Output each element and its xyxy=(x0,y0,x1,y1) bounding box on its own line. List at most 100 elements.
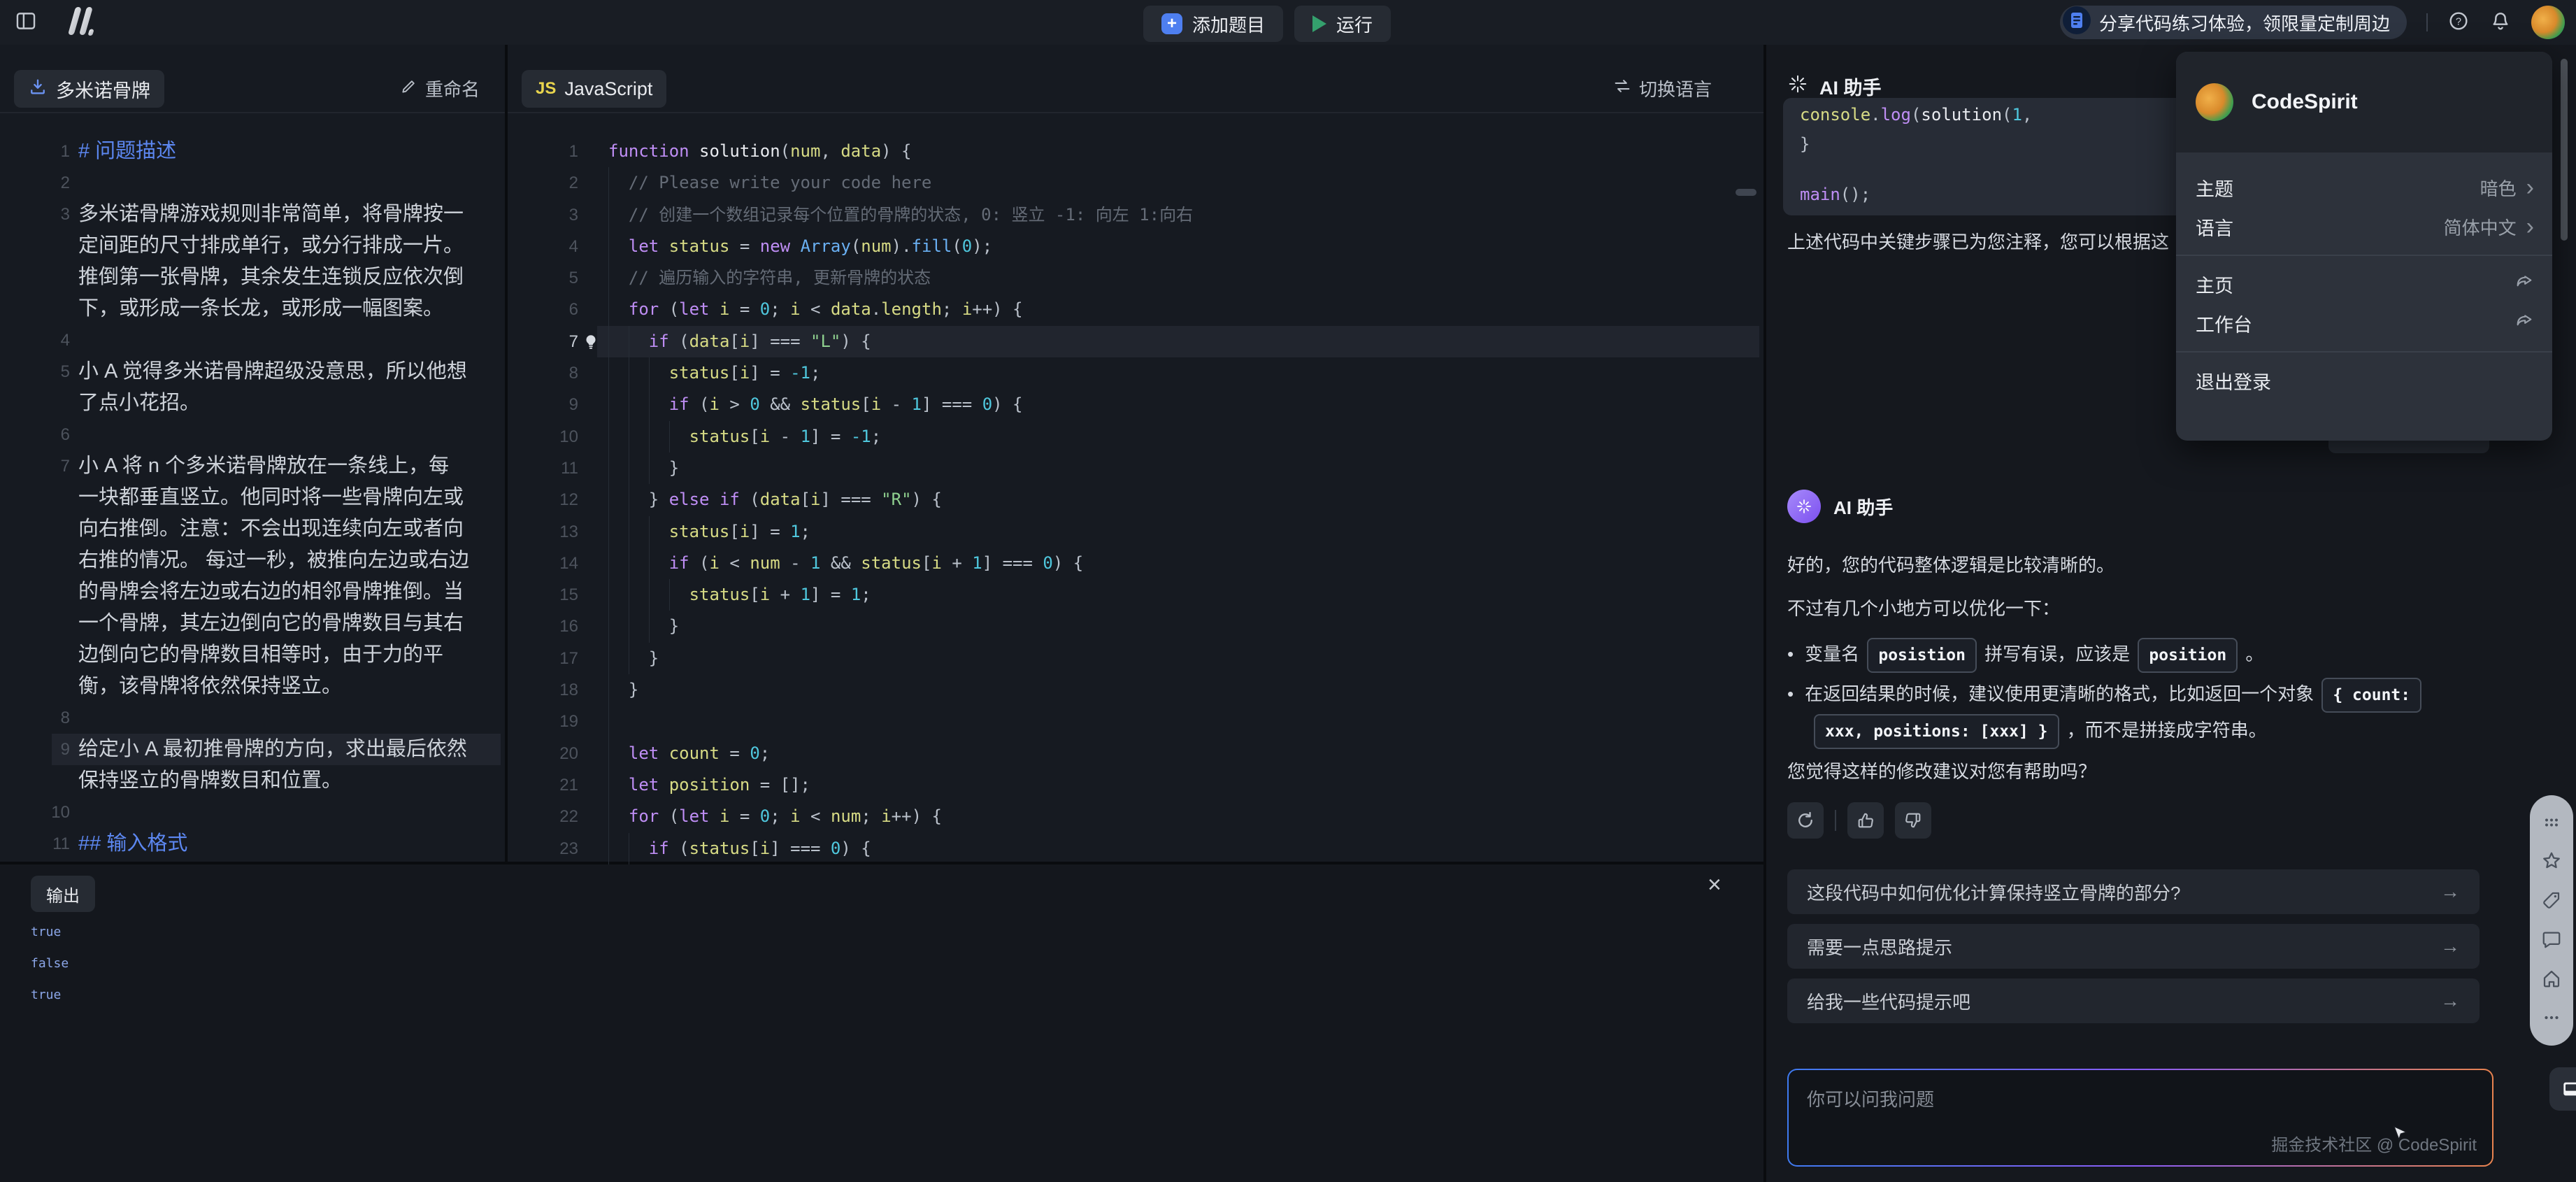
code-token: i xyxy=(871,394,881,414)
problem-text-row: 向右推倒。注意：不会出现连续向左或者向 xyxy=(0,513,501,545)
language-tab-label: JavaScript xyxy=(564,78,652,100)
menu-item-value: 简体中文 xyxy=(2444,214,2517,240)
problem-line-number: 4 xyxy=(0,325,70,356)
problem-text-row: 5小 A 觉得多米诺骨牌超级没意思，所以他想 xyxy=(0,356,501,387)
dropdown-header: CodeSpirit xyxy=(2176,52,2552,152)
toolbar-tag-icon[interactable] xyxy=(2541,890,2562,911)
code-token: ); xyxy=(972,236,992,256)
toolbar-home-icon[interactable] xyxy=(2541,968,2562,989)
code-token: num xyxy=(861,236,891,256)
thumbs-up-icon[interactable] xyxy=(1847,802,1884,839)
code-token: = xyxy=(729,236,759,256)
chat-input[interactable]: 你可以问我问题 掘金技术社区 @ CodeSpirit xyxy=(1789,1070,2492,1165)
menu-item-label: 工作台 xyxy=(2196,310,2252,337)
code-line: 11} xyxy=(508,453,1759,484)
problem-panel: 多米诺骨牌 重命名 1# 问题描述23多米诺骨牌游戏规则非常简单，将骨牌按一定间… xyxy=(0,45,505,862)
code-token: ] = xyxy=(750,522,790,541)
code-token: i xyxy=(710,394,720,414)
code-token: } xyxy=(669,458,679,478)
user-avatar[interactable] xyxy=(2531,6,2565,39)
menu-item-home[interactable]: 主页 xyxy=(2176,264,2552,304)
code-token: Array xyxy=(790,236,851,256)
run-button[interactable]: 运行 xyxy=(1294,6,1391,42)
suggestion-chip[interactable]: 给我一些代码提示吧→ xyxy=(1787,978,2480,1023)
app-logo-icon[interactable] xyxy=(62,4,101,41)
toolbar-star-icon[interactable] xyxy=(2541,850,2562,871)
code-token: ) { xyxy=(840,839,871,858)
problem-panel-header: 多米诺骨牌 重命名 xyxy=(0,45,505,113)
dropdown-avatar xyxy=(2196,83,2233,121)
problem-text: 定间距的尺寸排成单行，或分行排成一片。 xyxy=(78,230,464,262)
code-line-number: 14 xyxy=(508,548,578,579)
thumbs-down-icon[interactable] xyxy=(1895,802,1931,839)
chat-input-wrapper: 你可以问我问题 掘金技术社区 @ CodeSpirit xyxy=(1787,1069,2493,1167)
message-text: 好的，您的代码整体逻辑是比较清晰的。 xyxy=(1787,555,2115,576)
add-problem-button[interactable]: + 添加题目 xyxy=(1143,6,1283,42)
problem-text: 小 A 觉得多米诺骨牌超级没意思，所以他想 xyxy=(78,356,467,387)
code-token: ; xyxy=(810,363,820,383)
rename-button[interactable]: 重命名 xyxy=(400,76,480,101)
suggestion-chip[interactable]: 这段代码中如何优化计算保持竖立骨牌的部分?→ xyxy=(1787,869,2480,914)
code-token: ) { xyxy=(881,141,911,161)
problem-text-row: 1# 问题描述 xyxy=(0,136,501,167)
code-token: 1 xyxy=(801,427,810,446)
suggestion-chip[interactable]: 需要一点思路提示→ xyxy=(1787,924,2480,969)
code-token: 0 xyxy=(831,839,840,858)
code-line-number: 18 xyxy=(508,674,578,706)
menu-item-theme[interactable]: 主题暗色› xyxy=(2176,168,2552,207)
code-token: i xyxy=(740,363,750,383)
problem-tab[interactable]: 多米诺骨牌 xyxy=(14,70,164,108)
ai-avatar xyxy=(1787,490,1821,523)
menu-item-logout[interactable]: 退出登录 xyxy=(2176,361,2552,400)
close-icon[interactable]: × xyxy=(1708,871,1722,899)
ai-panel-scrollbar[interactable] xyxy=(2561,59,2568,241)
code-line-number: 15 xyxy=(508,579,578,611)
add-problem-label: 添加题目 xyxy=(1192,11,1265,37)
menu-item-value: 暗色 xyxy=(2480,175,2517,201)
toolbar-more-icon[interactable] xyxy=(2541,1007,2562,1028)
editor-scroll-indicator[interactable] xyxy=(1736,189,1756,196)
problem-line-number: 9 xyxy=(0,734,70,765)
code-token: let xyxy=(629,775,659,795)
code-text: if (data[i] === "L") { xyxy=(608,326,871,357)
code-token: ( xyxy=(689,394,710,414)
language-tab[interactable]: JS JavaScript xyxy=(522,70,666,108)
menu-item-workbench[interactable]: 工作台 xyxy=(2176,304,2552,343)
code-token: ] === xyxy=(922,394,982,414)
problem-text: 多米诺骨牌游戏规则非常简单，将骨牌按一 xyxy=(78,199,464,230)
problem-line-number: 10 xyxy=(0,797,70,828)
code-line: 15status[i + 1] = 1; xyxy=(508,579,1759,611)
code-token: i xyxy=(710,553,720,573)
code-token: if xyxy=(649,839,669,858)
plus-icon: + xyxy=(1161,13,1182,34)
problem-text: 右推的情况。 每过一秒，被推向左边或右边 xyxy=(78,545,469,576)
help-icon[interactable]: ? xyxy=(2447,10,2470,36)
panel-toggle-float-button[interactable] xyxy=(2549,1067,2576,1111)
code-editor[interactable]: 1function solution(num, data) {2// Pleas… xyxy=(508,136,1759,864)
code-token: ( xyxy=(780,141,790,161)
suggestion-label: 需要一点思路提示 xyxy=(1807,934,1952,960)
switch-language-button[interactable]: 切换语言 xyxy=(1612,76,1712,101)
toolbar-grid-icon[interactable] xyxy=(2542,813,2561,832)
code-token: ( xyxy=(740,490,760,509)
notification-bell-icon[interactable] xyxy=(2489,10,2512,36)
code-token: - xyxy=(770,427,800,446)
code-token: ( xyxy=(1911,105,1921,124)
menu-item-language[interactable]: 语言简体中文› xyxy=(2176,207,2552,246)
code-token: , xyxy=(2022,105,2042,124)
problem-editor[interactable]: 1# 问题描述23多米诺骨牌游戏规则非常简单，将骨牌按一定间距的尺寸排成单行，或… xyxy=(0,136,501,860)
code-token: } xyxy=(649,490,669,509)
problem-text-row: 7小 A 将 n 个多米诺骨牌放在一条线上，每 xyxy=(0,450,501,482)
output-console: truefalsetrue xyxy=(31,916,69,1011)
toolbar-chat-icon[interactable] xyxy=(2541,929,2562,950)
output-tab[interactable]: 输出 xyxy=(31,876,95,912)
feedback-divider xyxy=(1835,810,1836,831)
regenerate-button[interactable] xyxy=(1787,802,1824,839)
sidebar-toggle-icon[interactable] xyxy=(14,9,38,36)
code-token: for xyxy=(629,806,659,826)
code-line-number: 17 xyxy=(508,643,578,674)
code-token: ( xyxy=(659,299,679,319)
problem-text: 的骨牌会将左边或右边的相邻骨牌推倒。当 xyxy=(78,576,464,608)
code-token: [ xyxy=(729,332,739,351)
promo-banner[interactable]: 分享代码练习体验，领限量定制周边 xyxy=(2060,6,2407,39)
